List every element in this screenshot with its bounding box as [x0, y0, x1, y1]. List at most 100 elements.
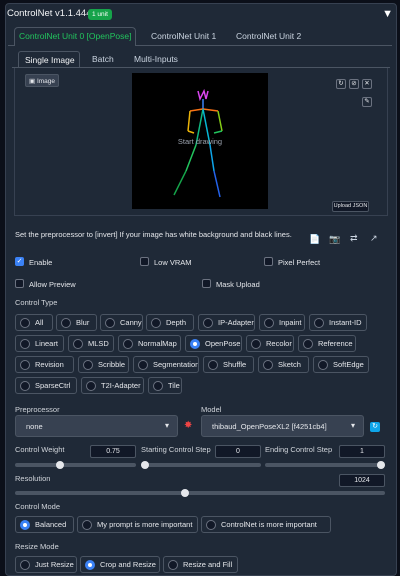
control-type-tile[interactable]: Tile [148, 377, 182, 394]
control-type-mlsd[interactable]: MLSD [68, 335, 114, 352]
control-type-shuffle[interactable]: Shuffle [203, 356, 254, 373]
control-type-label: All [35, 318, 44, 327]
document-icon[interactable]: 📄 [309, 234, 320, 245]
control-type-label: Tile [168, 381, 180, 390]
control-weight-label: Control Weight [15, 445, 65, 454]
end-step-slider[interactable] [265, 463, 385, 467]
invert-hint-text: Set the preprocessor to [invert] If your… [15, 230, 292, 239]
start-step-thumb[interactable] [141, 461, 149, 469]
control-type-label: Shuffle [223, 360, 247, 369]
radio-dot [20, 317, 30, 328]
control-type-scribble[interactable]: Scribble [78, 356, 129, 373]
control-type-canny[interactable]: Canny [100, 314, 143, 331]
end-step-thumb[interactable] [377, 461, 385, 469]
radio-dot [20, 359, 30, 370]
end-step-label: Ending Control Step [265, 445, 333, 454]
tab-single-image[interactable]: Single Image [18, 51, 80, 68]
radio-dot [190, 338, 200, 349]
control-type-label: Sketch [278, 360, 301, 369]
radio-dot [20, 380, 30, 391]
control-type-label: MLSD [88, 339, 109, 348]
image-label: Image [36, 78, 56, 85]
radio-dot [138, 359, 148, 370]
panel-title: ControlNet v1.1.444 [7, 8, 92, 19]
low-vram-label: Low VRAM [154, 258, 192, 267]
control-type-lineart[interactable]: Lineart [15, 335, 64, 352]
control-type-sketch[interactable]: Sketch [258, 356, 309, 373]
control-type-reference[interactable]: Reference [298, 335, 356, 352]
control-type-openpose[interactable]: OpenPose [185, 335, 242, 352]
resize-just[interactable]: Just Resize [15, 556, 77, 573]
tab-multi-inputs[interactable]: Multi-Inputs [134, 54, 178, 64]
radio-dot [20, 559, 30, 570]
collapse-icon[interactable]: ▼ [382, 8, 393, 20]
control-type-t2i-adapter[interactable]: T2I-Adapter [81, 377, 144, 394]
resize-crop[interactable]: Crop and Resize [80, 556, 160, 573]
control-type-revision[interactable]: Revision [15, 356, 74, 373]
control-type-label: Blur [76, 318, 90, 327]
radio-dot [61, 317, 71, 328]
clear-icon[interactable]: ⊘ [349, 79, 359, 89]
resize-fill[interactable]: Resize and Fill [163, 556, 238, 573]
control-type-normalmap[interactable]: NormalMap [118, 335, 181, 352]
radio-dot [251, 338, 261, 349]
brush-icon[interactable]: ✎ [362, 97, 372, 107]
control-weight-slider[interactable] [15, 463, 136, 467]
control-type-blur[interactable]: Blur [56, 314, 97, 331]
enable-label: Enable [29, 258, 53, 267]
preprocessor-label: Preprocessor [15, 405, 60, 414]
refresh-icon[interactable]: ↻ [370, 422, 380, 432]
control-type-sparsectrl[interactable]: SparseCtrl [15, 377, 77, 394]
allow-preview-checkbox[interactable] [15, 279, 24, 288]
control-type-label: SparseCtrl [35, 381, 71, 390]
low-vram-checkbox[interactable] [140, 257, 149, 266]
resolution-slider[interactable] [15, 491, 385, 495]
radio-dot [105, 317, 115, 328]
control-type-depth[interactable]: Depth [146, 314, 194, 331]
mask-upload-checkbox[interactable] [202, 279, 211, 288]
upload-json-button[interactable]: Upload JSON [332, 201, 369, 212]
radio-dot [85, 559, 95, 570]
undo-icon[interactable]: ↻ [336, 79, 346, 89]
control-type-label: IP-Adapter [218, 318, 254, 327]
start-step-slider[interactable] [141, 463, 261, 467]
control-type-all[interactable]: All [15, 314, 53, 331]
chevron-down-icon: ▾ [164, 421, 169, 430]
resize-fill-label: Resize and Fill [183, 560, 233, 569]
tab-batch[interactable]: Batch [92, 54, 114, 64]
control-type-softedge[interactable]: SoftEdge [313, 356, 369, 373]
swap-icon[interactable]: ⇄ [350, 233, 358, 244]
radio-dot [73, 338, 83, 349]
mode-prompt-important[interactable]: My prompt is more important [77, 516, 198, 533]
mode-balanced[interactable]: Balanced [15, 516, 74, 533]
control-type-segmentation[interactable]: Segmentation [133, 356, 199, 373]
control-type-label: Lineart [35, 339, 58, 348]
end-step-input[interactable]: 1 [339, 445, 385, 458]
preprocessor-dropdown[interactable]: none ▾ [15, 415, 178, 437]
close-icon[interactable]: ✕ [362, 79, 372, 89]
model-dropdown[interactable]: thibaud_OpenPoseXL2 [f4251cb4] ▾ [201, 415, 364, 437]
tab-unit-2[interactable]: ControlNet Unit 2 [236, 31, 301, 41]
control-type-inpaint[interactable]: Inpaint [259, 314, 305, 331]
camera-icon[interactable]: 📷 [329, 234, 340, 245]
pixel-perfect-checkbox[interactable] [264, 257, 273, 266]
mode-controlnet-important[interactable]: ControlNet is more important [201, 516, 331, 533]
radio-dot [20, 519, 30, 530]
control-type-ip-adapter[interactable]: IP-Adapter [198, 314, 255, 331]
tab-unit-1[interactable]: ControlNet Unit 1 [151, 31, 216, 41]
tab-unit-0[interactable]: ControlNet Unit 0 [OpenPose] [14, 27, 136, 46]
control-type-label: Reference [318, 339, 353, 348]
control-type-recolor[interactable]: Recolor [246, 335, 294, 352]
control-type-instant-id[interactable]: Instant-ID [309, 314, 367, 331]
send-icon[interactable]: ↗ [370, 233, 378, 244]
enable-checkbox[interactable]: ✓ [15, 257, 24, 266]
explosion-icon[interactable]: ✸ [184, 420, 192, 431]
control-type-label: Canny [120, 318, 142, 327]
radio-dot [208, 359, 218, 370]
unit-count-badge: 1 unit [88, 9, 112, 20]
resolution-input[interactable]: 1024 [339, 474, 385, 487]
resolution-label: Resolution [15, 474, 51, 483]
control-weight-input[interactable]: 0.75 [90, 445, 136, 458]
radio-dot [318, 359, 328, 370]
start-step-input[interactable]: 0 [215, 445, 261, 458]
